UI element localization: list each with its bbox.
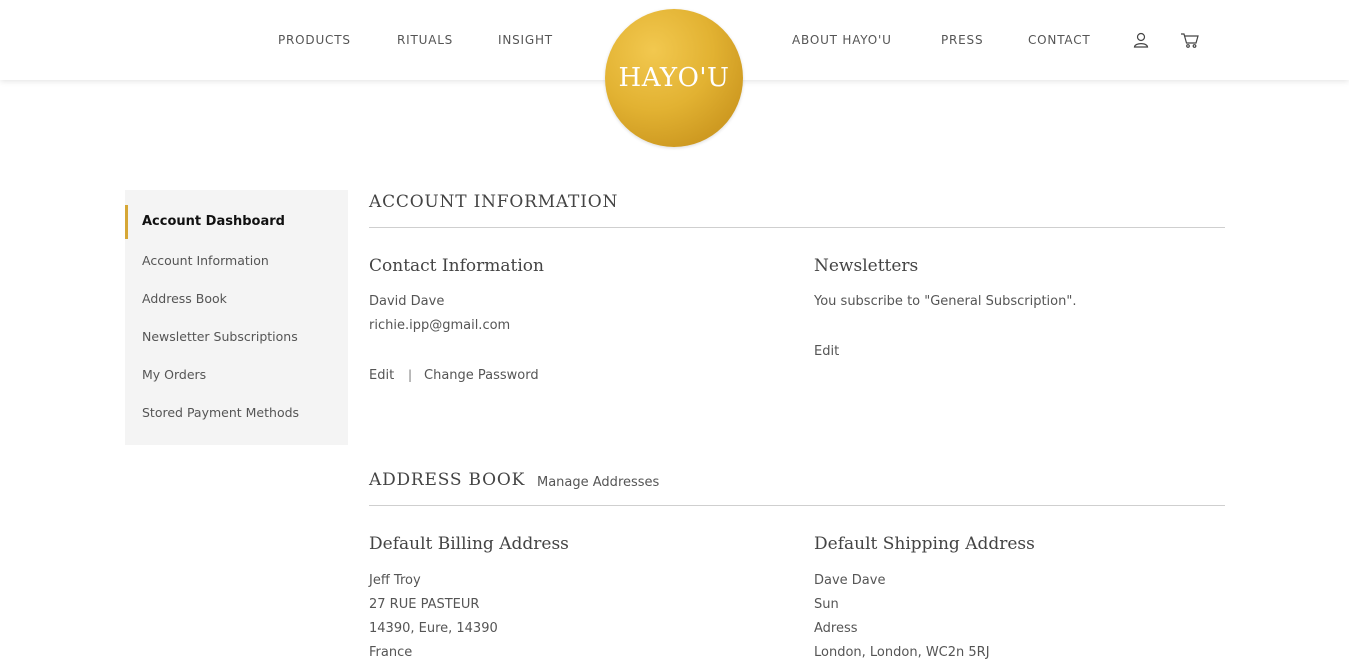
link-separator: | — [408, 368, 413, 382]
user-icon[interactable] — [1132, 31, 1150, 49]
nav-press[interactable]: PRESS — [941, 33, 983, 47]
nav-products[interactable]: PRODUCTS — [278, 33, 351, 47]
sidebar-item-newsletter-subscriptions[interactable]: Newsletter Subscriptions — [142, 329, 298, 344]
shipping-address-line: Dave Dave — [814, 573, 886, 588]
active-indicator — [125, 205, 128, 239]
sidebar-item-account-dashboard[interactable]: Account Dashboard — [142, 214, 285, 229]
shipping-address-line: Adress — [814, 621, 858, 636]
account-information-title: ACCOUNT INFORMATION — [369, 192, 619, 212]
contact-email: richie.ipp@gmail.com — [369, 318, 511, 333]
sidebar-item-address-book[interactable]: Address Book — [142, 291, 227, 306]
sidebar-item-my-orders[interactable]: My Orders — [142, 367, 206, 382]
billing-address-title: Default Billing Address — [369, 534, 569, 554]
shipping-address-title: Default Shipping Address — [814, 534, 1035, 554]
change-password-link[interactable]: Change Password — [424, 368, 539, 383]
shipping-address-line: London, London, WC2n 5RJ — [814, 645, 990, 659]
contact-name: David Dave — [369, 294, 445, 309]
billing-address-line: France — [369, 645, 413, 659]
hayou-logo[interactable]: HAYO'U — [605, 9, 743, 147]
nav-about[interactable]: ABOUT HAYO'U — [792, 33, 892, 47]
sidebar-item-account-information[interactable]: Account Information — [142, 253, 269, 268]
section-divider — [369, 505, 1225, 506]
contact-information-title: Contact Information — [369, 256, 544, 276]
nav-rituals[interactable]: RITUALS — [397, 33, 453, 47]
section-divider — [369, 227, 1225, 228]
nav-insight[interactable]: INSIGHT — [498, 33, 553, 47]
newsletter-status: You subscribe to "General Subscription". — [814, 294, 1077, 309]
shipping-address-line: Sun — [814, 597, 839, 612]
billing-address-line: 27 RUE PASTEUR — [369, 597, 480, 612]
logo-text: HAYO'U — [618, 63, 730, 93]
billing-address-line: 14390, Eure, 14390 — [369, 621, 498, 636]
sidebar-item-stored-payment-methods[interactable]: Stored Payment Methods — [142, 405, 299, 420]
edit-contact-link[interactable]: Edit — [369, 368, 394, 383]
cart-icon[interactable] — [1180, 31, 1199, 49]
edit-newsletters-link[interactable]: Edit — [814, 344, 839, 359]
newsletters-title: Newsletters — [814, 256, 919, 276]
nav-contact[interactable]: CONTACT — [1028, 33, 1091, 47]
manage-addresses-link[interactable]: Manage Addresses — [537, 475, 659, 490]
billing-address-line: Jeff Troy — [369, 573, 421, 588]
account-sidebar: Account Dashboard Account Information Ad… — [125, 190, 348, 445]
address-book-title: ADDRESS BOOK — [369, 470, 526, 490]
